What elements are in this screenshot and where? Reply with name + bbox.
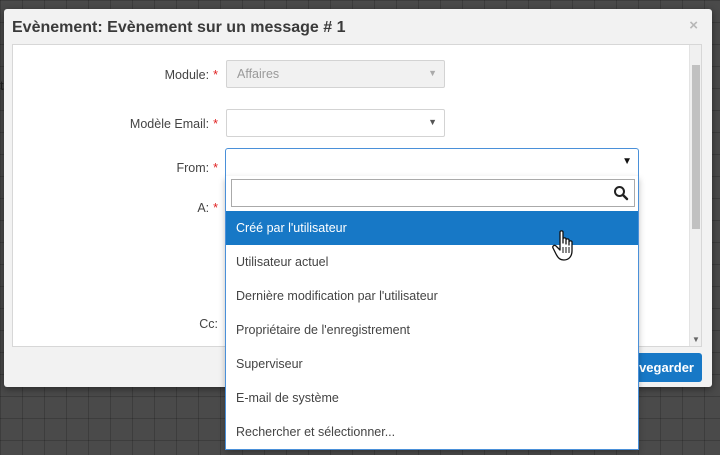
to-label: A: * (197, 201, 218, 215)
hand-pointer-icon (552, 230, 573, 261)
scroll-down-icon[interactable]: ▼ (692, 335, 700, 344)
close-icon[interactable]: × (689, 17, 698, 34)
option-record-owner[interactable]: Propriétaire de l'enregistrement (226, 313, 638, 347)
required-marker: * (213, 201, 218, 215)
chevron-down-icon: ▼ (428, 68, 437, 78)
option-last-modified-by-user[interactable]: Dernière modification par l'utilisateur (226, 279, 638, 313)
chevron-down-icon: ▼ (622, 156, 632, 167)
email-template-label: Modèle Email: * (129, 117, 218, 131)
modal-scrollbar[interactable]: ▼ (689, 45, 701, 346)
search-icon (614, 186, 629, 201)
from-dropdown: Créé par l'utilisateur Utilisateur actue… (225, 176, 639, 450)
required-marker: * (213, 117, 218, 131)
email-template-select[interactable]: ▼ (226, 109, 445, 137)
modal-title: Evènement: Evènement sur un message # 1 (12, 19, 346, 36)
module-select-value: Affaires (237, 67, 280, 81)
required-marker: * (213, 68, 218, 82)
cc-label: Cc: (199, 317, 218, 331)
module-select: Affaires ▼ (226, 60, 445, 88)
scrollbar-thumb[interactable] (692, 65, 700, 229)
required-marker: * (213, 161, 218, 175)
module-label: Module: * (164, 68, 218, 82)
option-supervisor[interactable]: Superviseur (226, 347, 638, 381)
dropdown-search-input[interactable] (232, 180, 602, 206)
chevron-down-icon: ▼ (428, 117, 437, 127)
from-select[interactable]: ▼ (225, 148, 639, 176)
modal-header: Evènement: Evènement sur un message # 1 … (4, 9, 712, 43)
dropdown-search (231, 179, 635, 207)
option-search-and-select[interactable]: Rechercher et sélectionner... (226, 415, 638, 449)
from-label: From: * (176, 161, 218, 175)
option-system-email[interactable]: E-mail de système (226, 381, 638, 415)
